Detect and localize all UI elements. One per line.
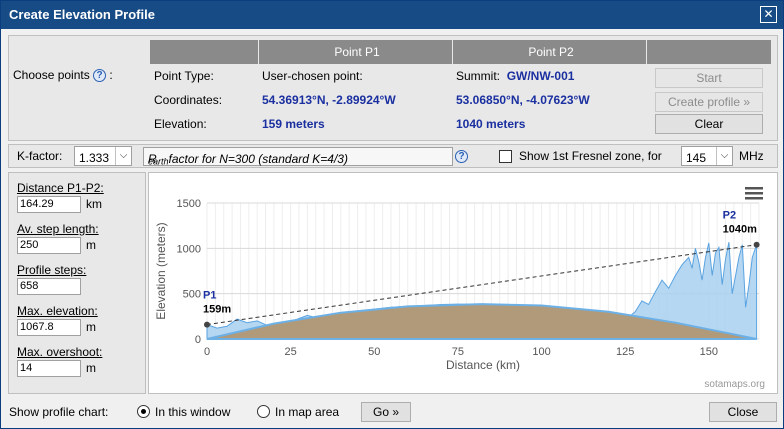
header-p2: Point P2	[452, 40, 647, 64]
chevron-down-icon: ⌵	[115, 147, 131, 165]
header-actions	[646, 40, 772, 64]
choose-points-text: Choose points	[13, 68, 90, 82]
p1-elevation-label: 159m	[203, 304, 231, 316]
x-tick-label: 50	[368, 346, 380, 358]
max-elevation-unit: m	[86, 320, 96, 334]
step-length-unit: m	[86, 238, 96, 252]
p2-marker	[753, 241, 760, 248]
help-icon[interactable]: ?	[93, 69, 107, 83]
x-tick-label: 0	[204, 346, 210, 358]
profile-steps-label: Profile steps:	[17, 263, 87, 277]
clear-button[interactable]: Clear	[655, 114, 763, 134]
x-tick-label: 75	[452, 346, 464, 358]
hamburger-menu-icon[interactable]	[745, 187, 763, 200]
y-axis-title: Elevation (meters)	[154, 222, 168, 319]
chevron-down-icon: ⌵	[716, 147, 732, 165]
fresnel-checkbox[interactable]	[499, 150, 512, 163]
bottom-bar: Show profile chart: In this window In ma…	[1, 398, 783, 428]
fresnel-freq-value: 145	[686, 151, 707, 165]
choose-points-panel: Choose points ? : Point P1 Point P2 Poin…	[8, 35, 778, 141]
distance-unit: km	[86, 197, 102, 211]
close-icon[interactable]: ✕	[760, 6, 777, 23]
radio-in-map[interactable]	[257, 405, 270, 418]
max-elevation-label: Max. elevation:	[17, 304, 98, 318]
p1-type: User-chosen point:	[262, 69, 363, 83]
step-length-label: Av. step length:	[17, 222, 99, 236]
row-label-type: Point Type:	[154, 69, 214, 83]
show-chart-label: Show profile chart:	[9, 405, 109, 419]
p1-marker	[204, 321, 210, 328]
kfactor-select[interactable]: 1.333 ⌵	[74, 146, 132, 166]
kfactor-value: 1.333	[79, 151, 110, 165]
max-overshoot-label: Max. overshoot:	[17, 345, 103, 359]
window-title: Create Elevation Profile	[9, 7, 155, 22]
kfactor-help-icon[interactable]: ?	[455, 150, 468, 163]
fresnel-freq-select[interactable]: 145 ⌵	[681, 146, 733, 166]
p2-type-prefix: Summit:	[456, 69, 501, 83]
p1-label: P1	[203, 290, 216, 302]
close-button[interactable]: Close	[709, 402, 777, 422]
profile-steps-field[interactable]: 658	[17, 278, 81, 295]
max-overshoot-field[interactable]: 14	[17, 360, 81, 377]
p2-label: P2	[723, 210, 736, 222]
max-overshoot-unit: m	[86, 361, 96, 375]
x-tick-label: 25	[285, 346, 297, 358]
fresnel-label: Show 1st Fresnel zone, for	[519, 149, 662, 163]
create-profile-button[interactable]: Create profile »	[655, 92, 763, 112]
radio-in-map-label[interactable]: In map area	[275, 405, 339, 419]
max-elevation-field[interactable]: 1067.8	[17, 319, 81, 336]
dialog-window: Create Elevation Profile ✕ Choose points…	[0, 0, 784, 429]
go-button[interactable]: Go »	[361, 402, 411, 422]
radio-in-window-label[interactable]: In this window	[155, 405, 230, 419]
rearth-note: Rearth factor for N=300 (standard K=4/3)	[143, 147, 453, 166]
y-tick-label: 0	[195, 334, 201, 346]
kfactor-label: K-factor:	[17, 149, 63, 163]
p2-elevation: 1040 meters	[456, 117, 526, 131]
y-tick-label: 500	[183, 289, 201, 301]
x-tick-label: 125	[616, 346, 634, 358]
p1-elevation: 159 meters	[262, 117, 325, 131]
fresnel-unit: MHz	[739, 149, 764, 163]
radio-in-window[interactable]	[137, 405, 150, 418]
profile-stats-panel: Distance P1-P2: 164.29 km Av. step lengt…	[8, 172, 146, 394]
x-tick-label: 150	[700, 346, 718, 358]
elevation-chart-panel: 0 500 1000 1500 0 25 50 75 100 125 150 P1 159m P2 1040…	[148, 172, 778, 394]
choose-points-label: Choose points ? :	[13, 68, 113, 83]
credit-text: sotamaps.org	[704, 379, 765, 390]
distance-field[interactable]: 164.29	[17, 196, 81, 213]
rearth-text: factor for N=300 (standard K=4/3)	[168, 152, 348, 166]
y-tick-label: 1000	[177, 243, 201, 255]
menu-bar	[745, 187, 763, 190]
menu-bar	[745, 192, 763, 195]
distance-label: Distance P1-P2:	[17, 181, 104, 195]
header-empty	[150, 40, 259, 64]
p2-type: Summit: GW/NW-001	[452, 64, 646, 88]
row-label-elev: Elevation:	[154, 117, 207, 131]
header-p1: Point P1	[258, 40, 453, 64]
x-axis-title: Distance (km)	[446, 358, 520, 372]
rearth-r: R	[148, 152, 157, 166]
step-length-field[interactable]: 250	[17, 237, 81, 254]
p2-coords: 53.06850°N, -4.07623°W	[456, 93, 590, 107]
p2-summit-ref[interactable]: GW/NW-001	[507, 69, 575, 83]
p1-coords: 54.36913°N, -2.89924°W	[262, 93, 396, 107]
elevation-chart: 0 500 1000 1500 0 25 50 75 100 125 150 P1 159m P2 1040…	[154, 187, 765, 390]
start-button[interactable]: Start	[655, 68, 763, 88]
kfactor-bar: K-factor: 1.333 ⌵ Rearth factor for N=30…	[8, 144, 778, 168]
p2-elevation-label: 1040m	[723, 224, 757, 236]
title-bar[interactable]: Create Elevation Profile ✕	[1, 1, 783, 29]
x-tick-label: 100	[532, 346, 550, 358]
choose-colon: :	[109, 68, 113, 82]
row-label-coords: Coordinates:	[154, 93, 223, 107]
y-tick-label: 1500	[177, 198, 201, 210]
menu-bar	[745, 197, 763, 200]
